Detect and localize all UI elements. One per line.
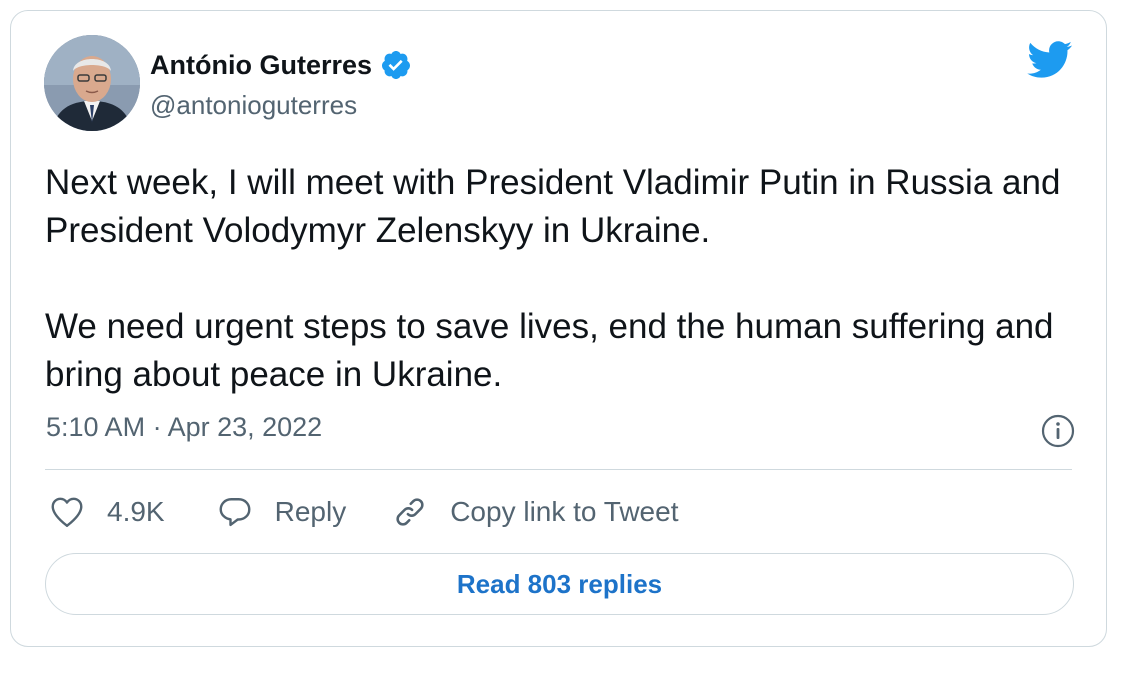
- like-count: 4.9K: [107, 496, 165, 527]
- link-icon: [392, 494, 428, 530]
- tweet-paragraph-1: Next week, I will meet with President Vl…: [45, 163, 1061, 250]
- copy-link-label: Copy link to Tweet: [450, 496, 679, 527]
- author-name[interactable]: António Guterres: [150, 50, 372, 81]
- copy-link-button[interactable]: Copy link to Tweet: [392, 494, 678, 530]
- read-replies-button[interactable]: Read 803 replies: [45, 553, 1074, 615]
- divider: [45, 469, 1072, 470]
- author-handle[interactable]: @antonioguterres: [150, 90, 357, 121]
- author-name-row: António Guterres: [150, 49, 412, 81]
- tweet-text: Next week, I will meet with President Vl…: [45, 159, 1075, 399]
- verified-badge-icon: [380, 49, 412, 81]
- reply-label: Reply: [274, 496, 347, 527]
- heart-icon: [49, 494, 85, 530]
- avatar[interactable]: [44, 35, 140, 131]
- profile-photo-icon: [44, 35, 140, 131]
- speech-bubble-icon: [217, 494, 253, 530]
- tweet-timestamp[interactable]: 5:10 AM · Apr 23, 2022: [46, 412, 322, 443]
- tweet-paragraph-2: We need urgent steps to save lives, end …: [45, 307, 1054, 394]
- twitter-bird-icon[interactable]: [1027, 41, 1073, 79]
- reply-button[interactable]: Reply: [217, 494, 347, 530]
- like-button[interactable]: 4.9K: [49, 494, 165, 530]
- tweet-card: António Guterres @antonioguterres Next w…: [10, 10, 1107, 647]
- action-bar: 4.9K Reply Copy link to Tweet: [49, 494, 678, 530]
- info-icon[interactable]: [1040, 413, 1076, 449]
